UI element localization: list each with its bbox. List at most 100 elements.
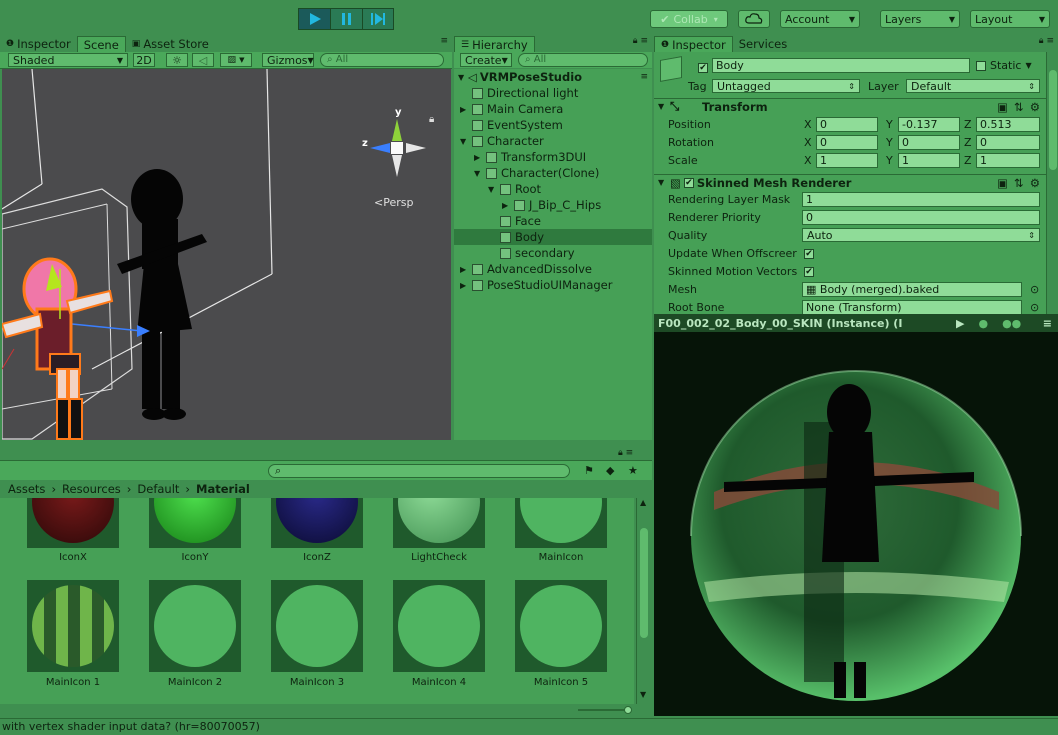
shading-mode-dropdown[interactable]: Shaded ▼ bbox=[8, 53, 128, 67]
axis-y-label[interactable]: Y bbox=[886, 154, 893, 167]
asset-name[interactable]: MainIcon 4 bbox=[384, 677, 494, 688]
preset-icon[interactable]: ⇅ bbox=[1014, 100, 1024, 114]
favorite-star-icon[interactable]: ★ bbox=[628, 464, 638, 477]
scrollbar-thumb[interactable] bbox=[640, 528, 648, 638]
filter-by-label-icon[interactable]: ◆ bbox=[606, 464, 614, 477]
asset-thumb-mainicon-4[interactable] bbox=[393, 580, 485, 672]
preset-icon[interactable]: ⇅ bbox=[1014, 176, 1024, 190]
inspector-scrollbar[interactable] bbox=[1046, 52, 1058, 314]
chevron-right-icon[interactable]: ▶ bbox=[460, 281, 472, 290]
thumbnail-size-slider[interactable] bbox=[578, 706, 634, 714]
tab-asset-store[interactable]: ▣ Asset Store bbox=[126, 36, 215, 52]
chevron-down-icon[interactable]: ▼ bbox=[460, 137, 472, 146]
scene-search-input[interactable]: ⌕ All bbox=[320, 53, 444, 67]
chevron-right-icon[interactable]: ▶ bbox=[502, 201, 514, 210]
asset-name[interactable]: MainIcon 1 bbox=[18, 677, 128, 688]
hierarchy-item[interactable]: EventSystem bbox=[454, 117, 652, 133]
asset-name[interactable]: IconZ bbox=[262, 552, 372, 563]
panel-menu-icon[interactable]: ≡ bbox=[440, 36, 448, 52]
chevron-down-icon[interactable]: ▼ bbox=[640, 690, 646, 699]
quality-dropdown[interactable]: Auto ⇕ bbox=[802, 228, 1040, 242]
chevron-down-icon[interactable]: ▼ bbox=[474, 169, 486, 178]
slider-handle[interactable] bbox=[624, 706, 632, 714]
gear-icon[interactable]: ⚙ bbox=[1030, 100, 1040, 114]
chevron-right-icon[interactable]: ▶ bbox=[460, 105, 472, 114]
axis-y-label[interactable]: Y bbox=[886, 118, 893, 131]
hierarchy-item[interactable]: ▶ AdvancedDissolve bbox=[454, 261, 652, 277]
material-preview[interactable] bbox=[654, 332, 1058, 716]
asset-name[interactable]: IconY bbox=[140, 552, 250, 563]
axis-y-label[interactable]: Y bbox=[886, 136, 893, 149]
lock-icon[interactable]: 🔒︎ bbox=[429, 114, 434, 125]
axis-z-label[interactable]: Z bbox=[964, 118, 972, 131]
menu-icon[interactable]: ≡ bbox=[1043, 317, 1052, 330]
help-icon[interactable]: ▣ bbox=[997, 100, 1008, 114]
transform-header[interactable]: ▼ ⤡ Transform ▣ ⇅ ⚙ bbox=[654, 98, 1046, 114]
layout-dropdown[interactable]: Layout ▼ bbox=[970, 10, 1050, 28]
hierarchy-item[interactable]: ▼ Root bbox=[454, 181, 652, 197]
create-dropdown[interactable]: Create ▼ bbox=[460, 53, 512, 67]
cloud-button[interactable] bbox=[738, 10, 770, 28]
hierarchy-item[interactable]: ▶ Transform3DUI bbox=[454, 149, 652, 165]
breadcrumb-resources[interactable]: Resources bbox=[62, 482, 121, 496]
tag-dropdown[interactable]: Untagged ⇕ bbox=[712, 79, 860, 93]
lock-icon[interactable]: 🔒︎ ≡ bbox=[1039, 36, 1054, 52]
hierarchy-item[interactable]: Body bbox=[454, 229, 652, 245]
tab-hierarchy[interactable]: ☰ Hierarchy bbox=[454, 36, 535, 52]
asset-thumb-iconx[interactable] bbox=[27, 498, 119, 548]
asset-thumb-icony[interactable] bbox=[149, 498, 241, 548]
static-toggle[interactable]: Static ▼ bbox=[976, 59, 1032, 72]
rotation-y-field[interactable]: 0 bbox=[898, 135, 960, 150]
tab-inspector[interactable]: ❶ Inspector bbox=[0, 36, 77, 52]
layers-dropdown[interactable]: Layers ▼ bbox=[880, 10, 960, 28]
menu-icon[interactable]: ≡ bbox=[640, 72, 648, 82]
hierarchy-item[interactable]: Directional light bbox=[454, 85, 652, 101]
rotation-x-field[interactable]: 0 bbox=[816, 135, 878, 150]
breadcrumb-default[interactable]: Default bbox=[137, 482, 179, 496]
axis-x-label[interactable]: X bbox=[804, 118, 812, 131]
tab-services[interactable]: Services bbox=[733, 36, 794, 52]
update-offscreen-checkbox[interactable]: ✔ bbox=[804, 249, 814, 259]
lighting-toggle[interactable]: ☼ bbox=[166, 53, 188, 67]
asset-name[interactable]: MainIcon 2 bbox=[140, 677, 250, 688]
asset-thumb-mainicon-3[interactable] bbox=[271, 580, 363, 672]
hierarchy-item[interactable]: ▼ Character(Clone) bbox=[454, 165, 652, 181]
orientation-gizmo[interactable]: y z bbox=[362, 107, 430, 185]
chevron-right-icon[interactable]: ▶ bbox=[460, 265, 472, 274]
account-dropdown[interactable]: Account ▼ bbox=[780, 10, 860, 28]
asset-name[interactable]: LightCheck bbox=[384, 552, 494, 563]
scale-z-field[interactable]: 1 bbox=[976, 153, 1040, 168]
tab-inspector[interactable]: ❶ Inspector bbox=[654, 36, 733, 52]
hierarchy-item[interactable]: ▶ PoseStudioUIManager bbox=[454, 277, 652, 293]
active-checkbox[interactable]: ✔ bbox=[698, 60, 708, 73]
project-search-input[interactable]: ⌕ bbox=[268, 464, 570, 478]
hierarchy-item[interactable]: Face bbox=[454, 213, 652, 229]
layer-dropdown[interactable]: Default ⇕ bbox=[906, 79, 1040, 93]
asset-thumb-iconz[interactable] bbox=[271, 498, 363, 548]
object-picker-icon[interactable]: ⊙ bbox=[1030, 301, 1039, 314]
position-z-field[interactable]: 0.513 bbox=[976, 117, 1040, 132]
chevron-up-icon[interactable]: ▲ bbox=[640, 498, 646, 507]
hierarchy-item[interactable]: ▶ Main Camera bbox=[454, 101, 652, 117]
audio-toggle[interactable]: ◁ bbox=[192, 53, 214, 67]
asset-thumb-mainicon[interactable] bbox=[515, 498, 607, 548]
axis-z-label[interactable]: Z bbox=[964, 136, 972, 149]
hierarchy-item[interactable]: ▶ J_Bip_C_Hips bbox=[454, 197, 652, 213]
status-bar[interactable]: with vertex shader input data? (hr=80070… bbox=[0, 718, 1058, 734]
breadcrumb-assets[interactable]: Assets bbox=[8, 482, 45, 496]
smr-header[interactable]: ▼ ▧ ✔ Skinned Mesh Renderer ▣ ⇅ ⚙ bbox=[654, 174, 1046, 190]
scale-x-field[interactable]: 1 bbox=[816, 153, 878, 168]
effects-dropdown[interactable]: ▨ ▼ bbox=[220, 53, 252, 67]
gear-icon[interactable]: ⚙ bbox=[1030, 176, 1040, 190]
object-name-field[interactable]: Body bbox=[712, 58, 970, 73]
skinned-motion-checkbox[interactable]: ✔ bbox=[804, 267, 814, 277]
rendering-layer-mask-field[interactable]: 1 bbox=[802, 192, 1040, 207]
hierarchy-item[interactable]: ▼ Character bbox=[454, 133, 652, 149]
tab-scene[interactable]: Scene bbox=[76, 36, 126, 52]
toggle-icon[interactable]: ●● bbox=[1002, 317, 1021, 330]
object-picker-icon[interactable]: ⊙ bbox=[1030, 283, 1039, 296]
rotation-z-field[interactable]: 0 bbox=[976, 135, 1040, 150]
smr-enabled-checkbox[interactable]: ✔ bbox=[683, 177, 694, 188]
position-x-field[interactable]: 0 bbox=[816, 117, 878, 132]
project-lock-icon[interactable]: 🔒︎ ≡ bbox=[618, 448, 633, 458]
